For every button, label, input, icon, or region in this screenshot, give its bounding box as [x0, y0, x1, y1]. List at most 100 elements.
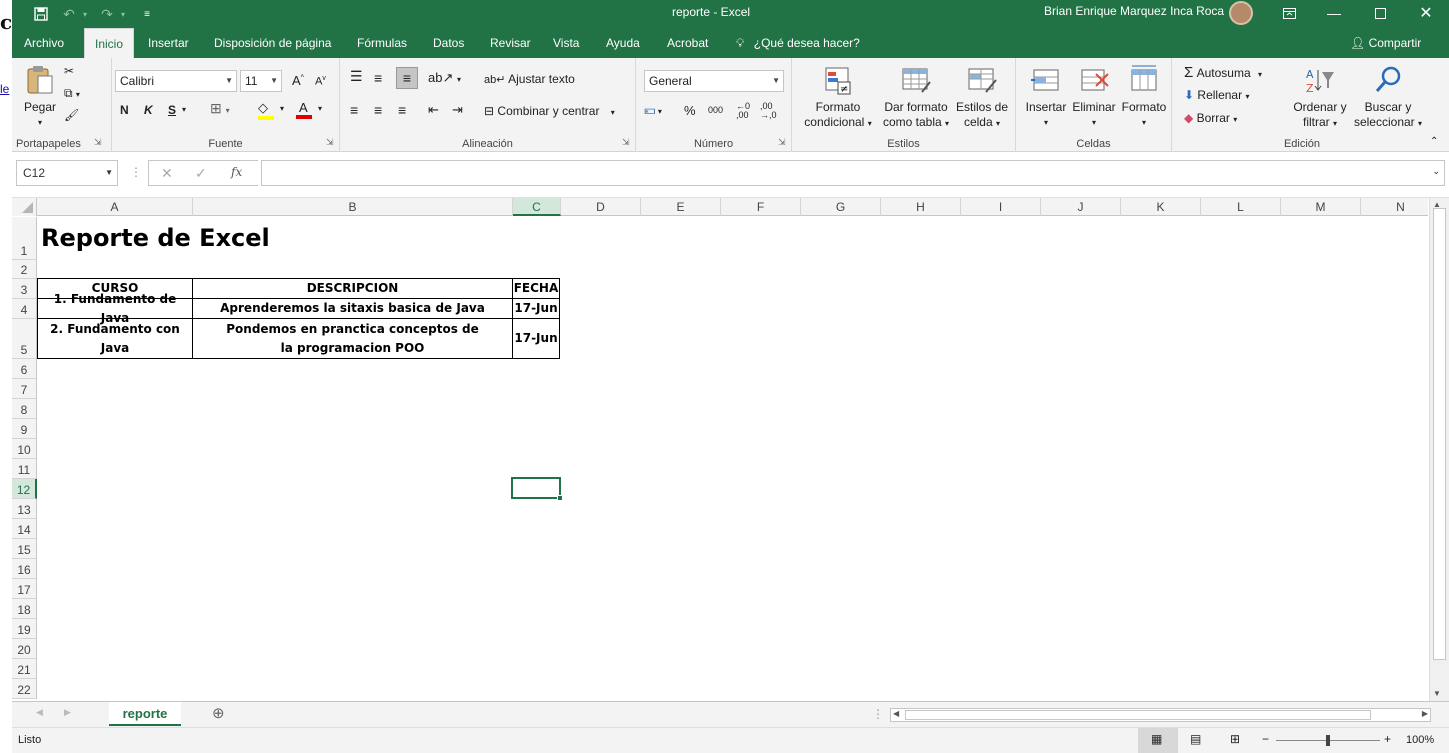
ribbon-display-icon[interactable]	[1269, 2, 1309, 24]
tab-vista[interactable]: Vista	[549, 28, 583, 58]
scroll-right-icon[interactable]: ▶	[1422, 709, 1428, 718]
zoom-level[interactable]: 100%	[1406, 734, 1434, 746]
enter-icon[interactable]: ✓	[195, 165, 207, 182]
align-right-icon[interactable]: ≡	[398, 102, 406, 118]
zoom-in-icon[interactable]: +	[1384, 732, 1391, 746]
thousands-button[interactable]: 000	[708, 105, 723, 115]
percent-button[interactable]: %	[684, 103, 696, 118]
column-header-g[interactable]: G	[801, 198, 881, 216]
row-header-10[interactable]: 10	[12, 439, 37, 459]
table-cell[interactable]: Aprenderemos la sitaxis basica de Java	[192, 298, 513, 319]
font-color-icon[interactable]: A	[296, 100, 312, 119]
row-header-9[interactable]: 9	[12, 419, 37, 439]
zoom-out-icon[interactable]: −	[1262, 732, 1269, 746]
fill-button[interactable]: ⬇︎ Rellenar ▾	[1184, 88, 1249, 102]
conditional-format-button[interactable]: ≠ Formato condicional ▾	[798, 64, 878, 131]
orientation-icon[interactable]: ab↗ ▾	[428, 70, 461, 86]
cut-icon[interactable]: ✂︎	[64, 64, 74, 78]
prev-sheet-icon[interactable]: ◀	[36, 707, 43, 718]
column-header-k[interactable]: K	[1121, 198, 1201, 216]
user-name[interactable]: Brian Enrique Marquez Inca Roca	[1044, 4, 1224, 18]
tab-datos[interactable]: Datos	[429, 28, 468, 58]
find-select-button[interactable]: Buscar y seleccionar ▾	[1352, 64, 1424, 131]
add-sheet-icon[interactable]: ⊕	[212, 704, 225, 722]
zoom-slider-thumb[interactable]	[1326, 735, 1330, 746]
tab-inicio[interactable]: Inicio	[84, 28, 134, 58]
decrease-indent-icon[interactable]: ⇤	[428, 102, 439, 118]
normal-view-button[interactable]: ▦	[1138, 728, 1178, 753]
column-header-f[interactable]: F	[721, 198, 801, 216]
format-painter-icon[interactable]: 🖌︎	[64, 108, 79, 122]
font-name-select[interactable]: Calibri ▼	[115, 70, 237, 92]
row-header-8[interactable]: 8	[12, 399, 37, 419]
column-header-b[interactable]: B	[193, 198, 513, 216]
column-header-d[interactable]: D	[561, 198, 641, 216]
page-layout-view-icon[interactable]: ▤	[1190, 732, 1201, 746]
row-header-14[interactable]: 14	[12, 519, 37, 539]
spreadsheet-grid[interactable]: ABCDEFGHIJKLMN 1 2 3 4 5 6 7 8 9 10 11 12 13 14 15 16 17…	[12, 198, 1428, 701]
customize-toolbar-icon[interactable]: ≡	[136, 4, 158, 24]
align-left-icon[interactable]: ≡	[350, 102, 358, 118]
maximize-icon[interactable]	[1360, 2, 1400, 24]
row-header-6[interactable]: 6	[12, 359, 37, 379]
split-handle-icon[interactable]: ⋮	[872, 707, 884, 721]
column-header-i[interactable]: I	[961, 198, 1041, 216]
collapse-ribbon-icon[interactable]: ⌃	[1430, 136, 1438, 147]
background-link[interactable]: le	[0, 82, 9, 96]
name-box-dropdown-icon[interactable]: ▼	[105, 161, 113, 185]
column-header-l[interactable]: L	[1201, 198, 1281, 216]
vertical-scrollbar[interactable]: ▲ ▼	[1429, 198, 1449, 701]
row-header-7[interactable]: 7	[12, 379, 37, 399]
table-cell[interactable]: 2. Fundamento con Java	[37, 318, 193, 359]
row-header-3[interactable]: 3	[12, 279, 37, 299]
row-header-20[interactable]: 20	[12, 639, 37, 659]
column-header-e[interactable]: E	[641, 198, 721, 216]
underline-button[interactable]: S	[168, 103, 176, 117]
close-icon[interactable]: ✕	[1406, 2, 1446, 24]
table-cell[interactable]: 17-Jun	[512, 298, 560, 319]
avatar[interactable]	[1229, 1, 1253, 25]
paste-button[interactable]: Pegar ▾	[22, 64, 58, 130]
row-header-18[interactable]: 18	[12, 599, 37, 619]
share-button[interactable]: 👤︎ Compartir	[1350, 28, 1421, 58]
scroll-down-icon[interactable]: ▼	[1433, 689, 1441, 698]
tab-acrobat[interactable]: Acrobat	[663, 28, 712, 58]
minimize-icon[interactable]: —	[1314, 2, 1354, 24]
row-header-1[interactable]: 1	[12, 217, 37, 260]
currency-icon[interactable]: 💶︎ ▾	[644, 102, 662, 118]
expand-formula-icon[interactable]: ⌄	[1432, 166, 1440, 177]
table-cell[interactable]: 1. Fundamento de Java	[37, 292, 193, 325]
cell-styles-button[interactable]: Estilos de celda ▾	[952, 64, 1012, 131]
decrease-font-icon[interactable]: Av	[315, 75, 326, 88]
row-header-19[interactable]: 19	[12, 619, 37, 639]
merge-center-button[interactable]: ⊟ Combinar y centrar ▾	[484, 104, 615, 118]
format-as-table-button[interactable]: Dar formato como tabla ▾	[878, 64, 954, 131]
increase-indent-icon[interactable]: ⇥	[452, 102, 463, 118]
row-header-16[interactable]: 16	[12, 559, 37, 579]
scroll-left-icon[interactable]: ◀	[893, 709, 899, 718]
page-break-view-icon[interactable]: ⊞	[1230, 732, 1240, 746]
underline-dropdown-icon[interactable]: ▾	[182, 105, 186, 114]
tell-me-search[interactable]: 💡︎ ¿Qué desea hacer?	[736, 28, 860, 58]
align-bottom-icon[interactable]: ≡	[396, 67, 418, 89]
copy-icon[interactable]: ⧉ ▾	[64, 86, 80, 101]
column-header-h[interactable]: H	[881, 198, 961, 216]
active-cell-selection[interactable]	[511, 477, 563, 501]
increase-decimal-icon[interactable]: ←0,00	[736, 102, 750, 120]
tab-insertar[interactable]: Insertar	[144, 28, 193, 58]
format-cells-button[interactable]: Formato ▾	[1118, 64, 1170, 130]
row-header-2[interactable]: 2	[12, 260, 37, 279]
tab-archivo[interactable]: Archivo	[20, 28, 68, 58]
table-cell[interactable]: 17-Jun	[512, 318, 560, 359]
sort-filter-button[interactable]: AZ Ordenar y filtrar ▾	[1290, 64, 1350, 131]
font-color-dropdown-icon[interactable]: ▾	[318, 104, 322, 113]
row-header-15[interactable]: 15	[12, 539, 37, 559]
scroll-thumb[interactable]	[1433, 208, 1446, 660]
row-header-22[interactable]: 22	[12, 679, 37, 699]
align-top-icon[interactable]: ☰	[350, 68, 363, 85]
alignment-dialog-launcher-icon[interactable]: ⇲	[622, 137, 630, 148]
undo-dropdown-icon[interactable]: ▾	[74, 4, 96, 24]
h-scroll-thumb[interactable]	[905, 710, 1371, 720]
sheet-tab-reporte[interactable]: reporte	[109, 702, 181, 726]
bold-button[interactable]: N	[120, 103, 129, 117]
